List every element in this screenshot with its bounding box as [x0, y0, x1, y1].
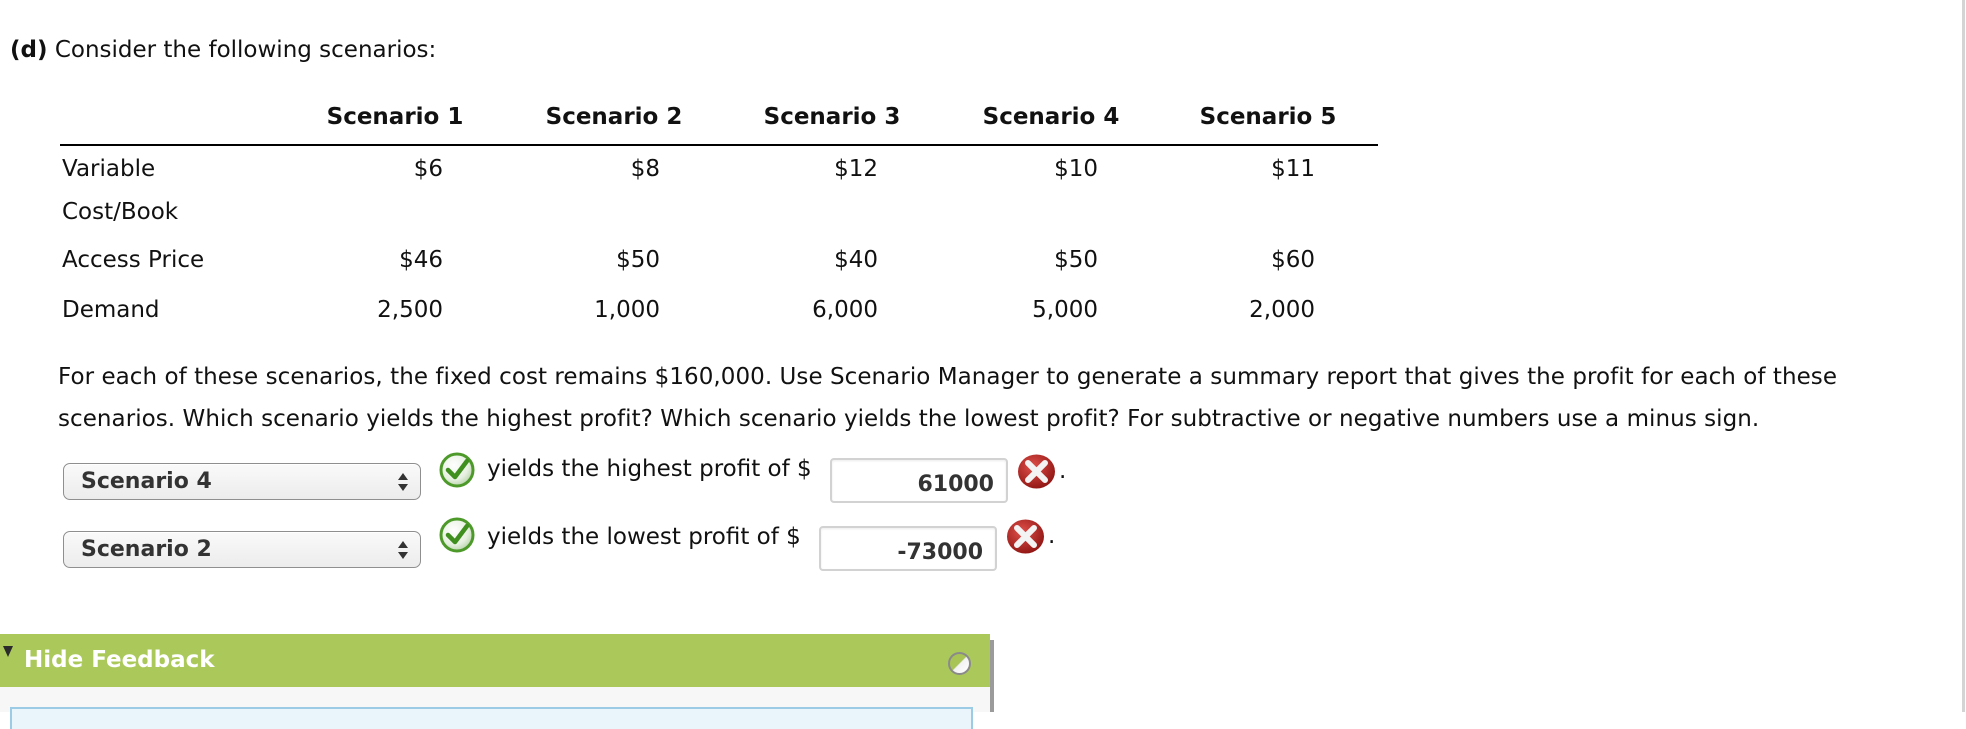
row-label-line1: Variable	[62, 156, 156, 182]
table-row-demand: Demand 2,500 1,000 6,000 5,000 2,000	[60, 289, 1378, 339]
collapse-triangle-icon	[3, 646, 13, 657]
sentence-period: .	[1059, 458, 1067, 484]
hide-feedback-toggle[interactable]: Hide Feedback	[0, 634, 990, 687]
correct-check-icon	[439, 517, 475, 553]
lowest-answer-text: yields the lowest profit of $	[487, 524, 801, 550]
table-cell: $60	[1271, 247, 1315, 273]
table-row-variable-cost: Variable Cost/Book $6 $8 $12 $10 $11	[60, 148, 1378, 234]
table-cell: $46	[399, 247, 443, 273]
column-header-scenario-2: Scenario 2	[545, 104, 683, 130]
incorrect-x-icon	[1018, 454, 1055, 489]
lowest-scenario-select[interactable]: Scenario 2	[63, 531, 421, 568]
table-cell: 5,000	[1032, 297, 1098, 323]
row-label-line2: Cost/Book	[62, 199, 179, 225]
feedback-shadow	[990, 640, 994, 712]
table-cell: 2,500	[377, 297, 443, 323]
correct-check-icon	[439, 452, 475, 488]
feedback-panel: Hide Feedback	[0, 634, 994, 729]
table-cell: $50	[616, 247, 660, 273]
table-cell: $40	[834, 247, 878, 273]
table-cell: 1,000	[594, 297, 660, 323]
question-prompt: For each of these scenarios, the fixed c…	[58, 364, 1838, 432]
feedback-body	[0, 687, 990, 729]
select-arrows-icon	[398, 541, 408, 561]
table-cell: $50	[1054, 247, 1098, 273]
row-label: Access Price	[62, 247, 205, 273]
table-cell: $12	[834, 156, 878, 182]
select-arrows-icon	[398, 473, 408, 493]
feedback-content-box	[10, 707, 973, 729]
row-label: Demand	[62, 297, 160, 323]
status-circle-icon	[948, 652, 971, 675]
part-label: (d)	[10, 37, 48, 63]
column-header-scenario-5: Scenario 5	[1199, 104, 1337, 130]
lowest-profit-input[interactable]	[819, 526, 997, 571]
table-cell: $8	[630, 156, 660, 182]
sentence-period: .	[1048, 523, 1056, 549]
table-cell: $10	[1054, 156, 1098, 182]
column-header-scenario-3: Scenario 3	[763, 104, 901, 130]
table-cell: $6	[413, 156, 443, 182]
table-header-row: Scenario 1 Scenario 2 Scenario 3 Scenari…	[60, 98, 1378, 146]
highest-scenario-select[interactable]: Scenario 4	[63, 463, 421, 500]
column-header-scenario-1: Scenario 1	[326, 104, 464, 130]
scenarios-table: Scenario 1 Scenario 2 Scenario 3 Scenari…	[60, 98, 1378, 332]
table-row-access-price: Access Price $46 $50 $40 $50 $60	[60, 239, 1378, 289]
heading-text: Consider the following scenarios:	[54, 37, 437, 63]
highest-answer-text: yields the highest profit of $	[487, 456, 812, 482]
table-cell: 6,000	[812, 297, 878, 323]
selected-value: Scenario 2	[81, 537, 212, 562]
incorrect-x-icon	[1007, 519, 1044, 554]
highest-profit-input[interactable]	[830, 458, 1008, 503]
column-header-scenario-4: Scenario 4	[982, 104, 1120, 130]
table-cell: 2,000	[1249, 297, 1315, 323]
hide-feedback-label: Hide Feedback	[24, 647, 215, 673]
question-heading: (d) Consider the following scenarios:	[10, 35, 436, 65]
selected-value: Scenario 4	[81, 469, 212, 494]
table-cell: $11	[1271, 156, 1315, 182]
page-right-border	[1962, 0, 1965, 712]
